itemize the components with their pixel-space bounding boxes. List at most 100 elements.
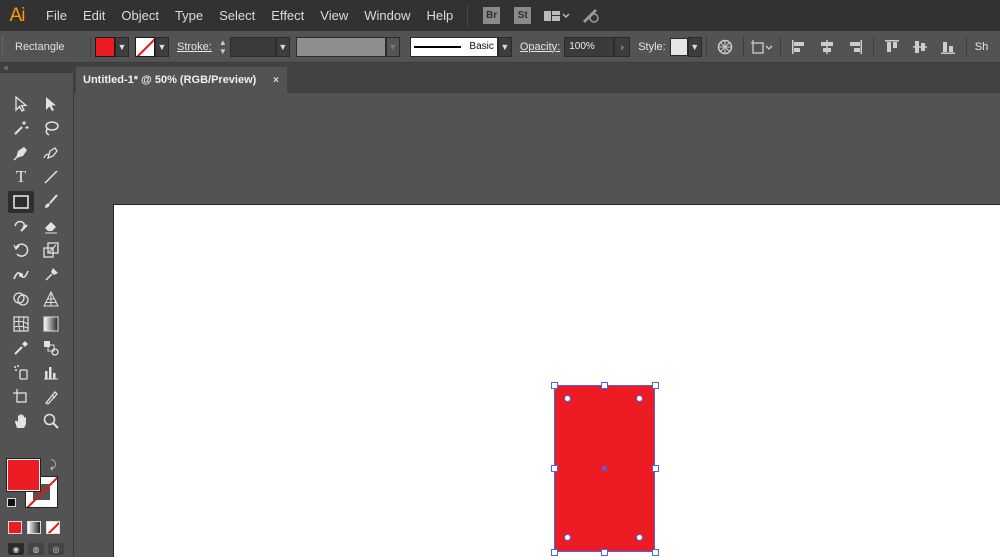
align-horizontal-center-icon[interactable] [816,36,838,58]
menu-help[interactable]: Help [418,0,461,31]
control-separator [779,36,781,57]
shape-label[interactable]: Sh [975,41,988,53]
variable-width-profile-field[interactable] [295,36,386,57]
menu-effect[interactable]: Effect [263,0,312,31]
line-segment-icon[interactable] [38,166,64,188]
draw-inside-icon[interactable]: ◎ [48,543,64,555]
slice-icon[interactable] [38,386,64,408]
hand-icon[interactable] [8,410,34,432]
perspective-grid-icon[interactable] [38,288,64,310]
arrange-documents-icon[interactable] [544,9,570,23]
fill-dropdown-chevron-icon[interactable]: ▼ [115,36,129,57]
recolor-artwork-icon[interactable] [714,36,736,58]
menu-edit[interactable]: Edit [75,0,113,31]
stroke-weight-input[interactable] [229,36,276,57]
bridge-button[interactable]: Br [483,7,501,24]
handle-top-left[interactable] [551,382,558,389]
canvas-area[interactable] [74,93,1000,557]
gradient-icon[interactable] [38,313,64,335]
tools-panel: T ⤸ ◉ ◍ ◎ [0,73,74,557]
corner-widget-top-right[interactable] [636,395,643,402]
symbol-sprayer-icon[interactable] [8,361,34,383]
menu-type[interactable]: Type [167,0,211,31]
transform-reference-icon[interactable] [750,36,773,58]
scale-icon[interactable] [38,239,64,261]
rectangle-icon[interactable] [8,190,34,213]
corner-widget-bottom-left[interactable] [564,534,571,541]
graphic-style-swatch[interactable] [669,37,688,56]
menu-view[interactable]: View [312,0,356,31]
stroke-weight-dropdown-chevron-icon[interactable]: ▼ [275,36,290,57]
type-icon[interactable]: T [8,166,34,188]
width-icon[interactable] [8,264,34,286]
corner-widget-bottom-right[interactable] [636,534,643,541]
paintbrush-icon[interactable] [38,191,64,213]
handle-middle-left[interactable] [551,465,558,472]
close-icon[interactable]: × [273,75,279,86]
app-logo: Ai [9,4,26,26]
rotate-icon[interactable] [8,239,34,261]
color-mode-icon[interactable] [8,521,22,534]
stroke-dropdown-chevron-icon[interactable]: ▼ [155,36,169,57]
eyedropper-icon[interactable] [8,337,34,359]
puppet-warp-icon[interactable] [38,264,64,286]
menu-bar: Ai File Edit Object Type Select Effect V… [0,0,1000,31]
handle-bottom-right[interactable] [652,549,659,556]
handle-bottom-left[interactable] [551,549,558,556]
stroke-color-swatch[interactable] [135,36,155,57]
handle-middle-right[interactable] [652,465,659,472]
brush-definition-dropdown-chevron-icon[interactable]: ▼ [497,36,512,57]
draw-behind-icon[interactable]: ◍ [28,543,44,555]
document-tab[interactable]: Untitled-1* @ 50% (RGB/Preview) × [76,67,287,93]
magic-wand-icon[interactable] [8,117,34,139]
shaper-icon[interactable] [8,215,34,237]
fill-color-box[interactable] [7,459,40,491]
opacity-input[interactable]: 100% [564,36,615,57]
fill-color-swatch[interactable] [95,36,115,57]
graphic-style-dropdown-chevron-icon[interactable]: ▼ [687,36,702,57]
menu-window[interactable]: Window [356,0,418,31]
gradient-mode-icon[interactable] [27,521,41,534]
document-tab-title: Untitled-1* @ 50% (RGB/Preview) [83,74,257,86]
opacity-label[interactable]: Opacity: [512,41,564,53]
menu-select[interactable]: Select [211,0,263,31]
align-bottom-icon[interactable] [937,36,959,58]
style-label: Style: [638,40,666,53]
gpu-performance-icon[interactable] [582,8,602,24]
artboard-icon[interactable] [8,386,34,408]
swap-fill-stroke-icon[interactable]: ⤸ [50,459,57,472]
stroke-weight-spinner-icon[interactable]: ▲ ▼ [216,37,230,57]
toolbar-collapse-icon[interactable]: « [0,63,74,73]
shape-builder-icon[interactable] [8,288,34,310]
mesh-icon[interactable] [8,313,34,335]
artboard[interactable] [113,204,1000,557]
stock-button[interactable]: St [514,7,532,24]
selection-icon[interactable] [8,93,34,115]
control-bar: Rectangle ▼ ▼ Stroke: ▲ ▼ ▼ ▼ Basic ▼ Opa… [0,31,1000,63]
stroke-label[interactable]: Stroke: [169,41,216,53]
pen-icon[interactable] [8,142,34,164]
zoom-icon[interactable] [38,410,64,432]
handle-top-center[interactable] [601,382,608,389]
menu-object[interactable]: Object [113,0,167,31]
variable-width-dropdown-chevron-icon[interactable]: ▼ [385,36,400,57]
align-left-icon[interactable] [788,36,810,58]
align-right-icon[interactable] [844,36,866,58]
lasso-icon[interactable] [38,117,64,139]
eraser-icon[interactable] [38,215,64,237]
align-vertical-center-icon[interactable] [909,36,931,58]
column-graph-icon[interactable] [38,361,64,383]
handle-bottom-center[interactable] [601,549,608,556]
align-top-icon[interactable] [881,36,903,58]
corner-widget-top-left[interactable] [564,395,571,402]
none-mode-icon[interactable] [46,521,60,534]
brush-definition-field[interactable]: Basic [409,36,498,57]
direct-selection-icon[interactable] [38,93,64,115]
curvature-icon[interactable] [38,142,64,164]
menu-file[interactable]: File [38,0,75,31]
blend-icon[interactable] [38,337,64,359]
draw-normal-icon[interactable]: ◉ [8,543,24,555]
handle-top-right[interactable] [652,382,659,389]
default-fill-stroke-icon[interactable] [7,498,16,507]
opacity-expand-chevron-icon[interactable]: › [614,36,631,57]
